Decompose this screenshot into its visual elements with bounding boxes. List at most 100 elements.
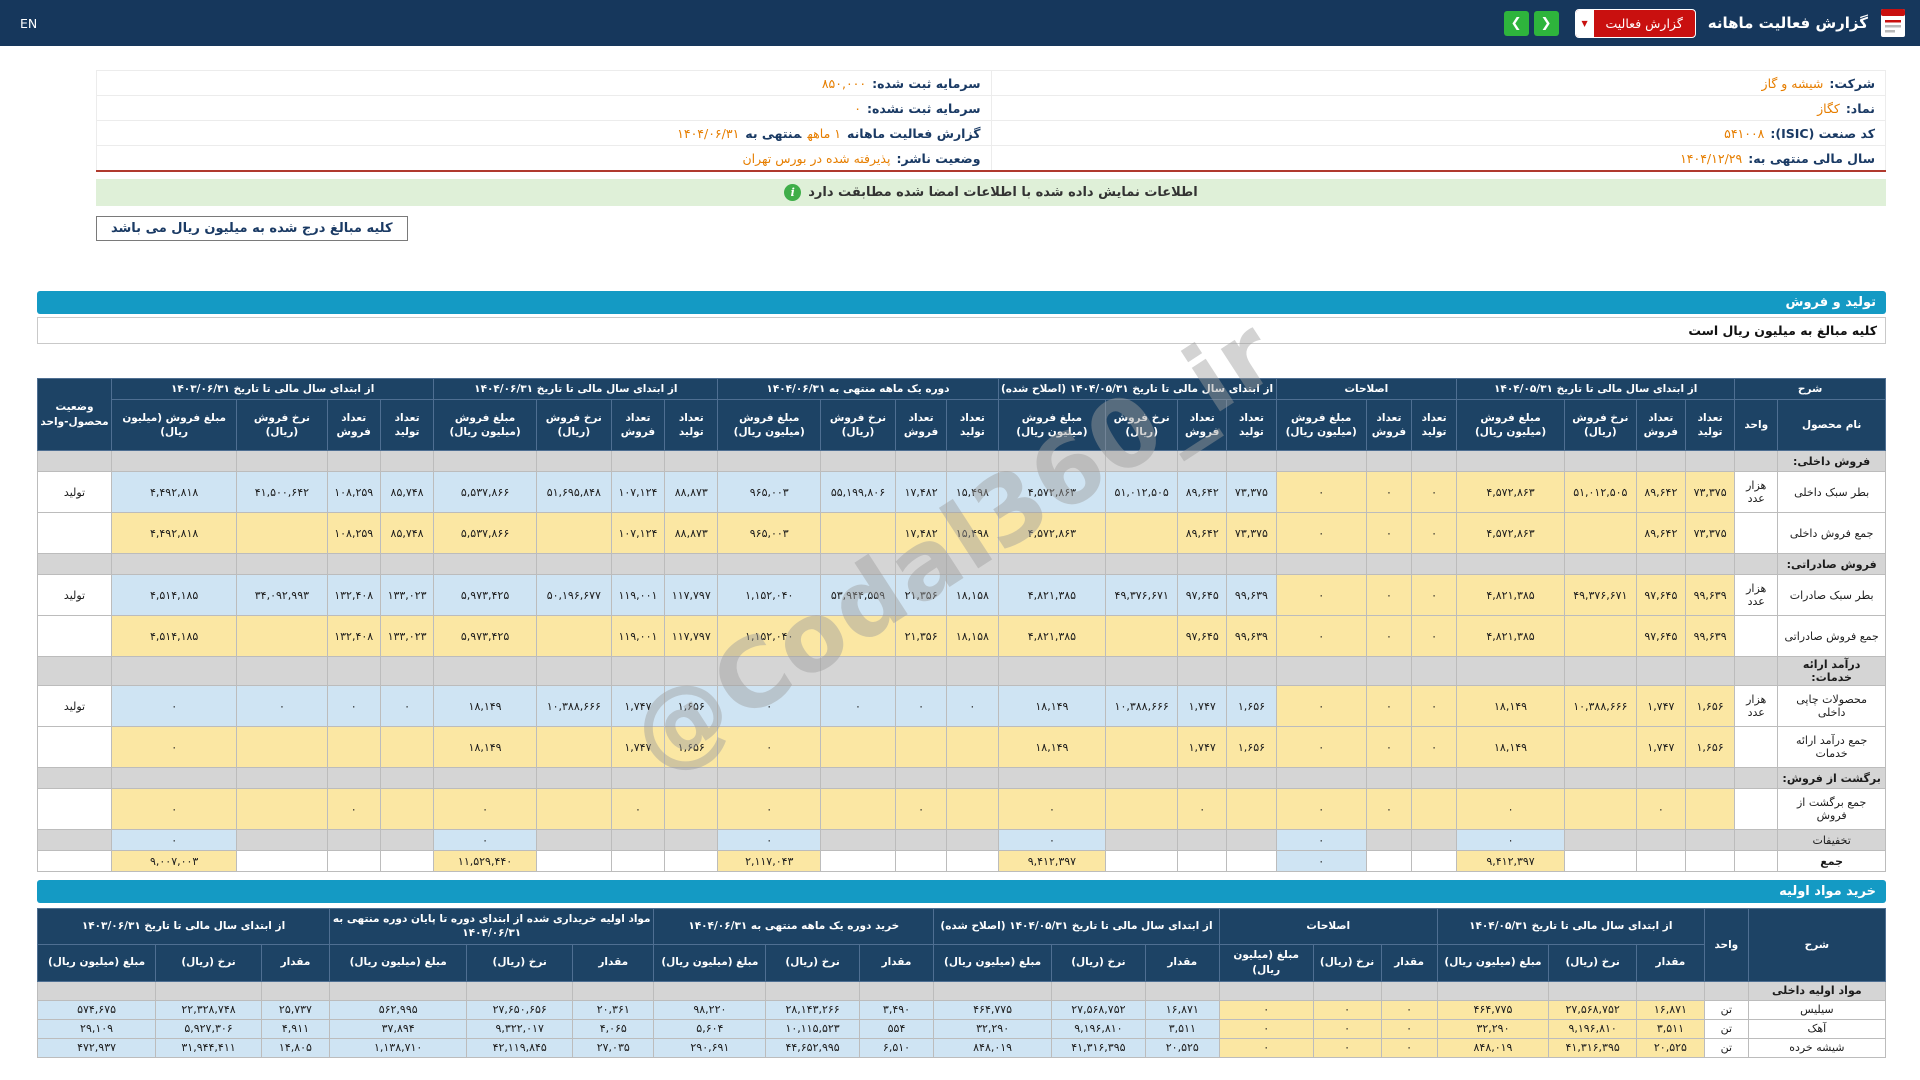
value-cell: ۰ <box>111 726 238 769</box>
value-cell <box>1411 788 1458 831</box>
signature-match-notice: اطلاعات نمایش داده شده با اطلاعات امضا ش… <box>96 179 1886 206</box>
unit-cell: هزار عدد <box>1734 574 1779 617</box>
value-cell: ۵۱,۰۱۲,۵۰۵ <box>1563 471 1637 514</box>
info-pair-right: نماد: کگاز <box>990 95 1886 121</box>
column-header: تعداد فروش <box>894 399 948 452</box>
value-cell <box>379 726 435 769</box>
value-cell: ۱۶,۸۷۱ <box>1144 999 1220 1020</box>
column-header: تعداد فروش <box>1365 399 1413 452</box>
value-cell: ۲۷,۰۳۵ <box>572 1037 655 1058</box>
column-header: تعداد تولید <box>1684 399 1736 452</box>
value-cell: ۵,۹۲۷,۳۰۶ <box>155 1018 262 1039</box>
column-header: مبلغ فروش (میلیون ریال) <box>997 399 1107 452</box>
value-cell: ۲۹۰,۶۹۱ <box>653 1037 767 1058</box>
value-cell <box>1218 980 1314 1001</box>
value-cell: ۲۰,۳۶۱ <box>572 999 655 1020</box>
company-info-table: شرکت: شیشه و گاز سرمایه ثبت شده: ۸۵۰,۰۰۰ نما… <box>96 70 1886 172</box>
value-cell: ۶,۵۱۰ <box>858 1037 935 1058</box>
value-cell <box>1275 450 1367 473</box>
next-report-button[interactable]: ❯ <box>1533 10 1559 36</box>
info-label: کد صنعت (ISIC): <box>1770 125 1875 141</box>
report-body: تولید و فروش کلیه مبالغ به میلیون ریال ا… <box>36 291 1887 1058</box>
value-cell <box>433 553 537 576</box>
language-toggle[interactable]: EN <box>14 14 43 33</box>
value-cell: ۴,۸۲۱,۳۸۵ <box>1456 574 1565 617</box>
value-cell <box>1411 850 1458 873</box>
value-cell <box>1105 829 1179 852</box>
row-label-cell: جمع <box>1777 850 1886 873</box>
unit-cell <box>1734 726 1779 769</box>
info-row: نماد: کگاز سرمایه ثبت نشده: ۰ <box>96 95 1886 121</box>
column-header: تعداد فروش <box>326 399 381 452</box>
column-header: تعداد تولید <box>1411 399 1458 452</box>
info-label: منتهی به <box>745 125 802 141</box>
column-header: تعداد فروش <box>610 399 666 452</box>
info-value: پذیرفته شده در بورس تهران <box>742 150 891 166</box>
value-cell: ۱,۱۵۲,۰۴۰ <box>717 615 822 658</box>
info-label: گزارش فعالیت ماهانه <box>846 125 981 141</box>
row-label-cell: سیلیس <box>1747 999 1887 1020</box>
value-cell: ۸۵,۷۴۸ <box>379 471 435 514</box>
column-header: مبلغ (میلیون ریال) <box>1436 943 1550 982</box>
value-cell: ۰ <box>1275 829 1367 852</box>
value-cell: ۱۱۹,۰۰۱ <box>610 615 666 658</box>
value-cell: ۷۳,۳۷۵ <box>1684 512 1736 555</box>
section-row: برگشت از فروش: <box>36 767 1886 790</box>
value-cell: ۱۰,۱۱۵,۵۲۳ <box>765 1018 860 1039</box>
report-type-button[interactable]: گزارش فعالیت ▼ <box>1574 8 1696 38</box>
column-header: وضعیت محصول-واحد <box>36 377 113 452</box>
value-cell <box>1563 850 1637 873</box>
table-row: سیلیس تن ۱۶,۸۷۱ ۲۷,۵۶۸,۷۵۲ ۴۶۴,۷۷۵ ۰ ۰ ۰ ۱۶,۸۷۱ ۲… <box>36 999 1887 1020</box>
value-cell <box>535 788 612 831</box>
value-cell <box>946 553 999 576</box>
value-cell: ۸۹,۶۴۲ <box>1177 471 1228 514</box>
value-cell <box>1177 450 1228 473</box>
row-label-cell: شیشه خرده <box>1747 1037 1887 1058</box>
value-cell <box>1275 656 1367 687</box>
table-row: جمع برگشت از فروش ۰ ۰ ۰ ۰ ۰ ۰ ۰ ۰ ۰ ۰ ۰ ۰ <box>36 788 1886 831</box>
value-cell <box>433 656 537 687</box>
value-cell: ۰ <box>1411 685 1458 728</box>
value-cell <box>1380 980 1438 1001</box>
value-cell: ۰ <box>997 829 1107 852</box>
value-cell: ۱۰۷,۱۲۴ <box>610 471 666 514</box>
value-cell <box>433 450 537 473</box>
value-cell: ۵۱,۶۹۵,۸۴۸ <box>535 471 612 514</box>
value-cell <box>535 512 612 555</box>
row-label-cell: جمع برگشت از فروش <box>1777 788 1886 831</box>
table-row: شیشه خرده تن ۲۰,۵۲۵ ۴۱,۳۱۶,۳۹۵ ۸۴۸,۰۱۹ ۰ ۰ ۰ ۲۰,… <box>36 1037 1887 1058</box>
value-cell <box>1456 767 1565 790</box>
value-cell: ۲۱,۳۵۶ <box>894 615 948 658</box>
column-header: تعداد تولید <box>664 399 719 452</box>
value-cell: ۵,۵۳۷,۸۶۶ <box>433 471 537 514</box>
value-cell: ۱,۷۴۷ <box>1635 726 1686 769</box>
value-cell: ۰ <box>717 685 822 728</box>
value-cell: ۹,۳۲۲,۰۱۷ <box>466 1018 574 1039</box>
row-label-cell: محصولات چاپی داخلی <box>1777 685 1886 728</box>
value-cell <box>717 656 822 687</box>
info-label: سرمایه ثبت شده: <box>872 75 981 91</box>
table-row: جمع فروش صادراتی ۹۹,۶۳۹ ۹۷,۶۴۵ ۴,۸۲۱,۳۸۵ ۰ ۰ ۰… <box>36 615 1886 658</box>
value-cell: ۰ <box>997 788 1107 831</box>
section-row: فروش داخلی: <box>36 450 1886 473</box>
previous-report-button[interactable]: ❮ <box>1503 10 1529 36</box>
value-cell <box>326 767 381 790</box>
info-pair-right: شرکت: شیشه و گاز <box>990 70 1886 96</box>
value-cell <box>1563 553 1637 576</box>
column-header: مبلغ (میلیون ریال) <box>1218 943 1314 982</box>
value-cell <box>326 850 381 873</box>
value-cell: ۹۶۵,۰۰۳ <box>717 471 822 514</box>
group-header: از ابتدای سال مالی تا تاریخ ۱۴۰۴/۰۵/۳۱ <box>1436 908 1705 945</box>
group-header: از ابتدای سال مالی تا تاریخ ۱۴۰۳/۰۶/۳۱ <box>111 377 435 401</box>
value-cell <box>1684 767 1736 790</box>
group-header: شرح <box>1734 377 1886 401</box>
value-cell <box>236 788 328 831</box>
value-cell <box>1226 450 1277 473</box>
status-cell <box>36 788 113 831</box>
value-cell <box>535 850 612 873</box>
value-cell <box>1635 767 1686 790</box>
value-cell: ۱۸,۱۴۹ <box>1456 726 1565 769</box>
value-cell: ۰ <box>1218 1037 1314 1058</box>
value-cell <box>664 450 719 473</box>
value-cell: ۴۷۲,۹۳۷ <box>36 1037 157 1058</box>
